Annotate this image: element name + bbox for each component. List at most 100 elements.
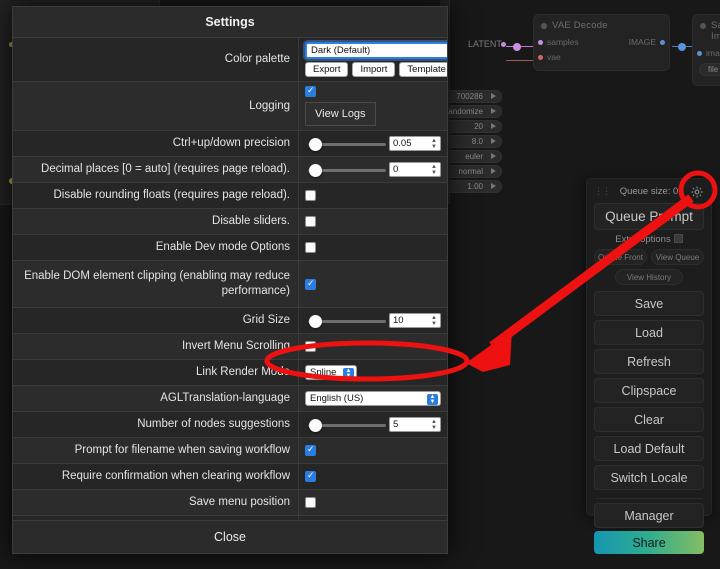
node-collapse-icon[interactable] xyxy=(541,23,547,29)
ctrl-precision-numberbox[interactable]: 0.05 ▲ ▼ xyxy=(389,136,441,151)
disable-sliders-checkbox[interactable] xyxy=(305,216,316,227)
node-collapse-icon[interactable] xyxy=(700,23,706,29)
chevron-right-icon xyxy=(491,138,496,144)
comfy-menu-panel[interactable]: ⋮⋮ Queue size: 0 Queue Prompt Extra opti… xyxy=(586,178,712,554)
number-value: 5 xyxy=(393,419,399,430)
input-port-samples[interactable] xyxy=(538,40,543,45)
ksampler-widget[interactable]: normal xyxy=(444,165,502,178)
dev-mode-checkbox[interactable] xyxy=(305,242,316,253)
ksampler-widget[interactable]: 700286 xyxy=(444,90,502,103)
require-confirmation-checkbox[interactable] xyxy=(305,470,316,482)
link-render-mode-select[interactable]: Spline ▲ ▼ xyxy=(305,365,357,380)
slider-knob[interactable] xyxy=(309,314,322,328)
chevron-right-icon xyxy=(491,183,496,189)
refresh-button[interactable]: Refresh xyxy=(594,349,704,374)
save-menu-position-checkbox[interactable] xyxy=(305,497,316,508)
disable-rounding-checkbox[interactable] xyxy=(305,190,316,201)
setting-row-invert-scrolling: Invert Menu Scrolling xyxy=(13,334,447,360)
input-port-images[interactable] xyxy=(697,51,702,56)
view-history-button[interactable]: View History xyxy=(614,269,684,285)
drag-grip-icon[interactable]: ⋮⋮ xyxy=(594,187,611,197)
queue-buttons-row: Queue Front View Queue xyxy=(594,245,704,265)
share-button[interactable]: Share xyxy=(594,531,704,554)
node-vae-decode[interactable]: VAE Decode samples IMAGE vae xyxy=(533,14,670,71)
logging-checkbox[interactable] xyxy=(305,85,316,97)
extra-options-checkbox[interactable] xyxy=(673,234,683,243)
slider-knob[interactable] xyxy=(309,163,322,177)
dom-clipping-checkbox[interactable] xyxy=(305,278,316,290)
chevron-right-icon xyxy=(491,123,496,129)
ksampler-widget[interactable]: 20 xyxy=(444,120,502,133)
decimal-places-slider[interactable] xyxy=(305,163,389,177)
setting-row-disable-rounding: Disable rounding floats (requires page r… xyxy=(13,183,447,209)
decimal-places-numberbox[interactable]: 0 ▲ ▼ xyxy=(389,162,441,177)
setting-row-dev-mode: Enable Dev mode Options xyxy=(13,235,447,261)
setting-label: Number of nodes suggestions xyxy=(13,412,299,437)
close-button[interactable]: Close xyxy=(13,520,447,553)
setting-label: Grid Size xyxy=(13,308,299,333)
node-port-row: samples IMAGE xyxy=(534,35,669,50)
chevron-updown-icon[interactable]: ▲ ▼ xyxy=(343,368,354,379)
clipspace-button[interactable]: Clipspace xyxy=(594,378,704,403)
ksampler-widget[interactable]: randomize xyxy=(444,105,502,118)
view-logs-button[interactable]: View Logs xyxy=(305,102,376,126)
agl-translation-language-select[interactable]: English (US) ▲ ▼ xyxy=(305,391,441,406)
ksampler-widget[interactable]: 8.0 xyxy=(444,135,502,148)
setting-row-save-menu-position: Save menu position xyxy=(13,490,447,516)
ksampler-widget[interactable]: 1.00 xyxy=(444,180,502,193)
gear-icon[interactable] xyxy=(690,185,704,199)
stepper-icon[interactable]: ▲ ▼ xyxy=(430,138,438,150)
setting-control: Dark (Default) ▲▼ Export Import Template… xyxy=(299,38,447,81)
menu-header: ⋮⋮ Queue size: 0 xyxy=(594,185,704,199)
stepper-icon[interactable]: ▲ ▼ xyxy=(430,315,438,327)
setting-control xyxy=(299,490,447,515)
widget-value: normal xyxy=(458,167,483,176)
queue-size-label: Queue size: 0 xyxy=(619,186,679,197)
input-port-vae[interactable] xyxy=(538,55,543,60)
node-save-image[interactable]: Save Image images file xyxy=(692,14,720,86)
number-value: 0 xyxy=(393,164,399,175)
view-queue-button[interactable]: View Queue xyxy=(651,249,704,265)
setting-label: Invert Menu Scrolling xyxy=(13,334,299,359)
queue-front-button[interactable]: Queue Front xyxy=(594,249,647,265)
save-button[interactable]: Save xyxy=(594,291,704,316)
setting-label: AGLTranslation-language xyxy=(13,386,299,411)
load-button[interactable]: Load xyxy=(594,320,704,345)
slider-knob[interactable] xyxy=(309,137,322,151)
load-default-button[interactable]: Load Default xyxy=(594,436,704,461)
setting-label: Logging xyxy=(13,82,299,130)
palette-template-button[interactable]: Template xyxy=(399,62,447,77)
slider-knob[interactable] xyxy=(309,418,322,432)
grid-size-slider[interactable] xyxy=(305,314,389,328)
palette-export-button[interactable]: Export xyxy=(305,62,349,77)
save-image-filename-widget[interactable]: file xyxy=(699,63,720,76)
setting-label: Enable DOM element clipping (enabling ma… xyxy=(13,261,299,307)
node-suggestions-numberbox[interactable]: 5 ▲ ▼ xyxy=(389,417,441,432)
clear-button[interactable]: Clear xyxy=(594,407,704,432)
setting-row-agl-translation-language: AGLTranslation-language English (US) ▲ ▼ xyxy=(13,386,447,412)
stepper-icon[interactable]: ▲ ▼ xyxy=(430,419,438,431)
switch-locale-button[interactable]: Switch Locale xyxy=(594,465,704,490)
node-suggestions-slider[interactable] xyxy=(305,418,389,432)
port-label: images xyxy=(706,48,720,58)
prompt-filename-checkbox[interactable] xyxy=(305,444,316,456)
ctrl-precision-slider[interactable] xyxy=(305,137,389,151)
setting-control: View Logs xyxy=(299,82,447,130)
setting-label: Decimal places [0 = auto] (requires page… xyxy=(13,157,299,182)
manager-button[interactable]: Manager xyxy=(594,503,704,528)
chevron-updown-icon[interactable]: ▲ ▼ xyxy=(427,394,438,405)
output-port-image[interactable] xyxy=(660,40,665,45)
queue-prompt-button[interactable]: Queue Prompt xyxy=(594,203,704,230)
grid-size-numberbox[interactable]: 10 ▲ ▼ xyxy=(389,313,441,328)
setting-control: 0 ▲ ▼ xyxy=(299,157,447,182)
widget-value: 700286 xyxy=(456,92,483,101)
settings-dialog[interactable]: Settings Color palette Dark (Default) ▲▼… xyxy=(12,6,448,554)
stepper-icon[interactable]: ▲ ▼ xyxy=(430,164,438,176)
chevron-right-icon xyxy=(491,108,496,114)
palette-import-button[interactable]: Import xyxy=(352,62,396,77)
node-port-row: vae xyxy=(534,50,669,65)
invert-scrolling-checkbox[interactable] xyxy=(305,341,316,352)
color-palette-select[interactable]: Dark (Default) ▲▼ xyxy=(305,42,447,59)
extra-options-row[interactable]: Extra options xyxy=(594,234,704,245)
ksampler-widget[interactable]: euler xyxy=(444,150,502,163)
